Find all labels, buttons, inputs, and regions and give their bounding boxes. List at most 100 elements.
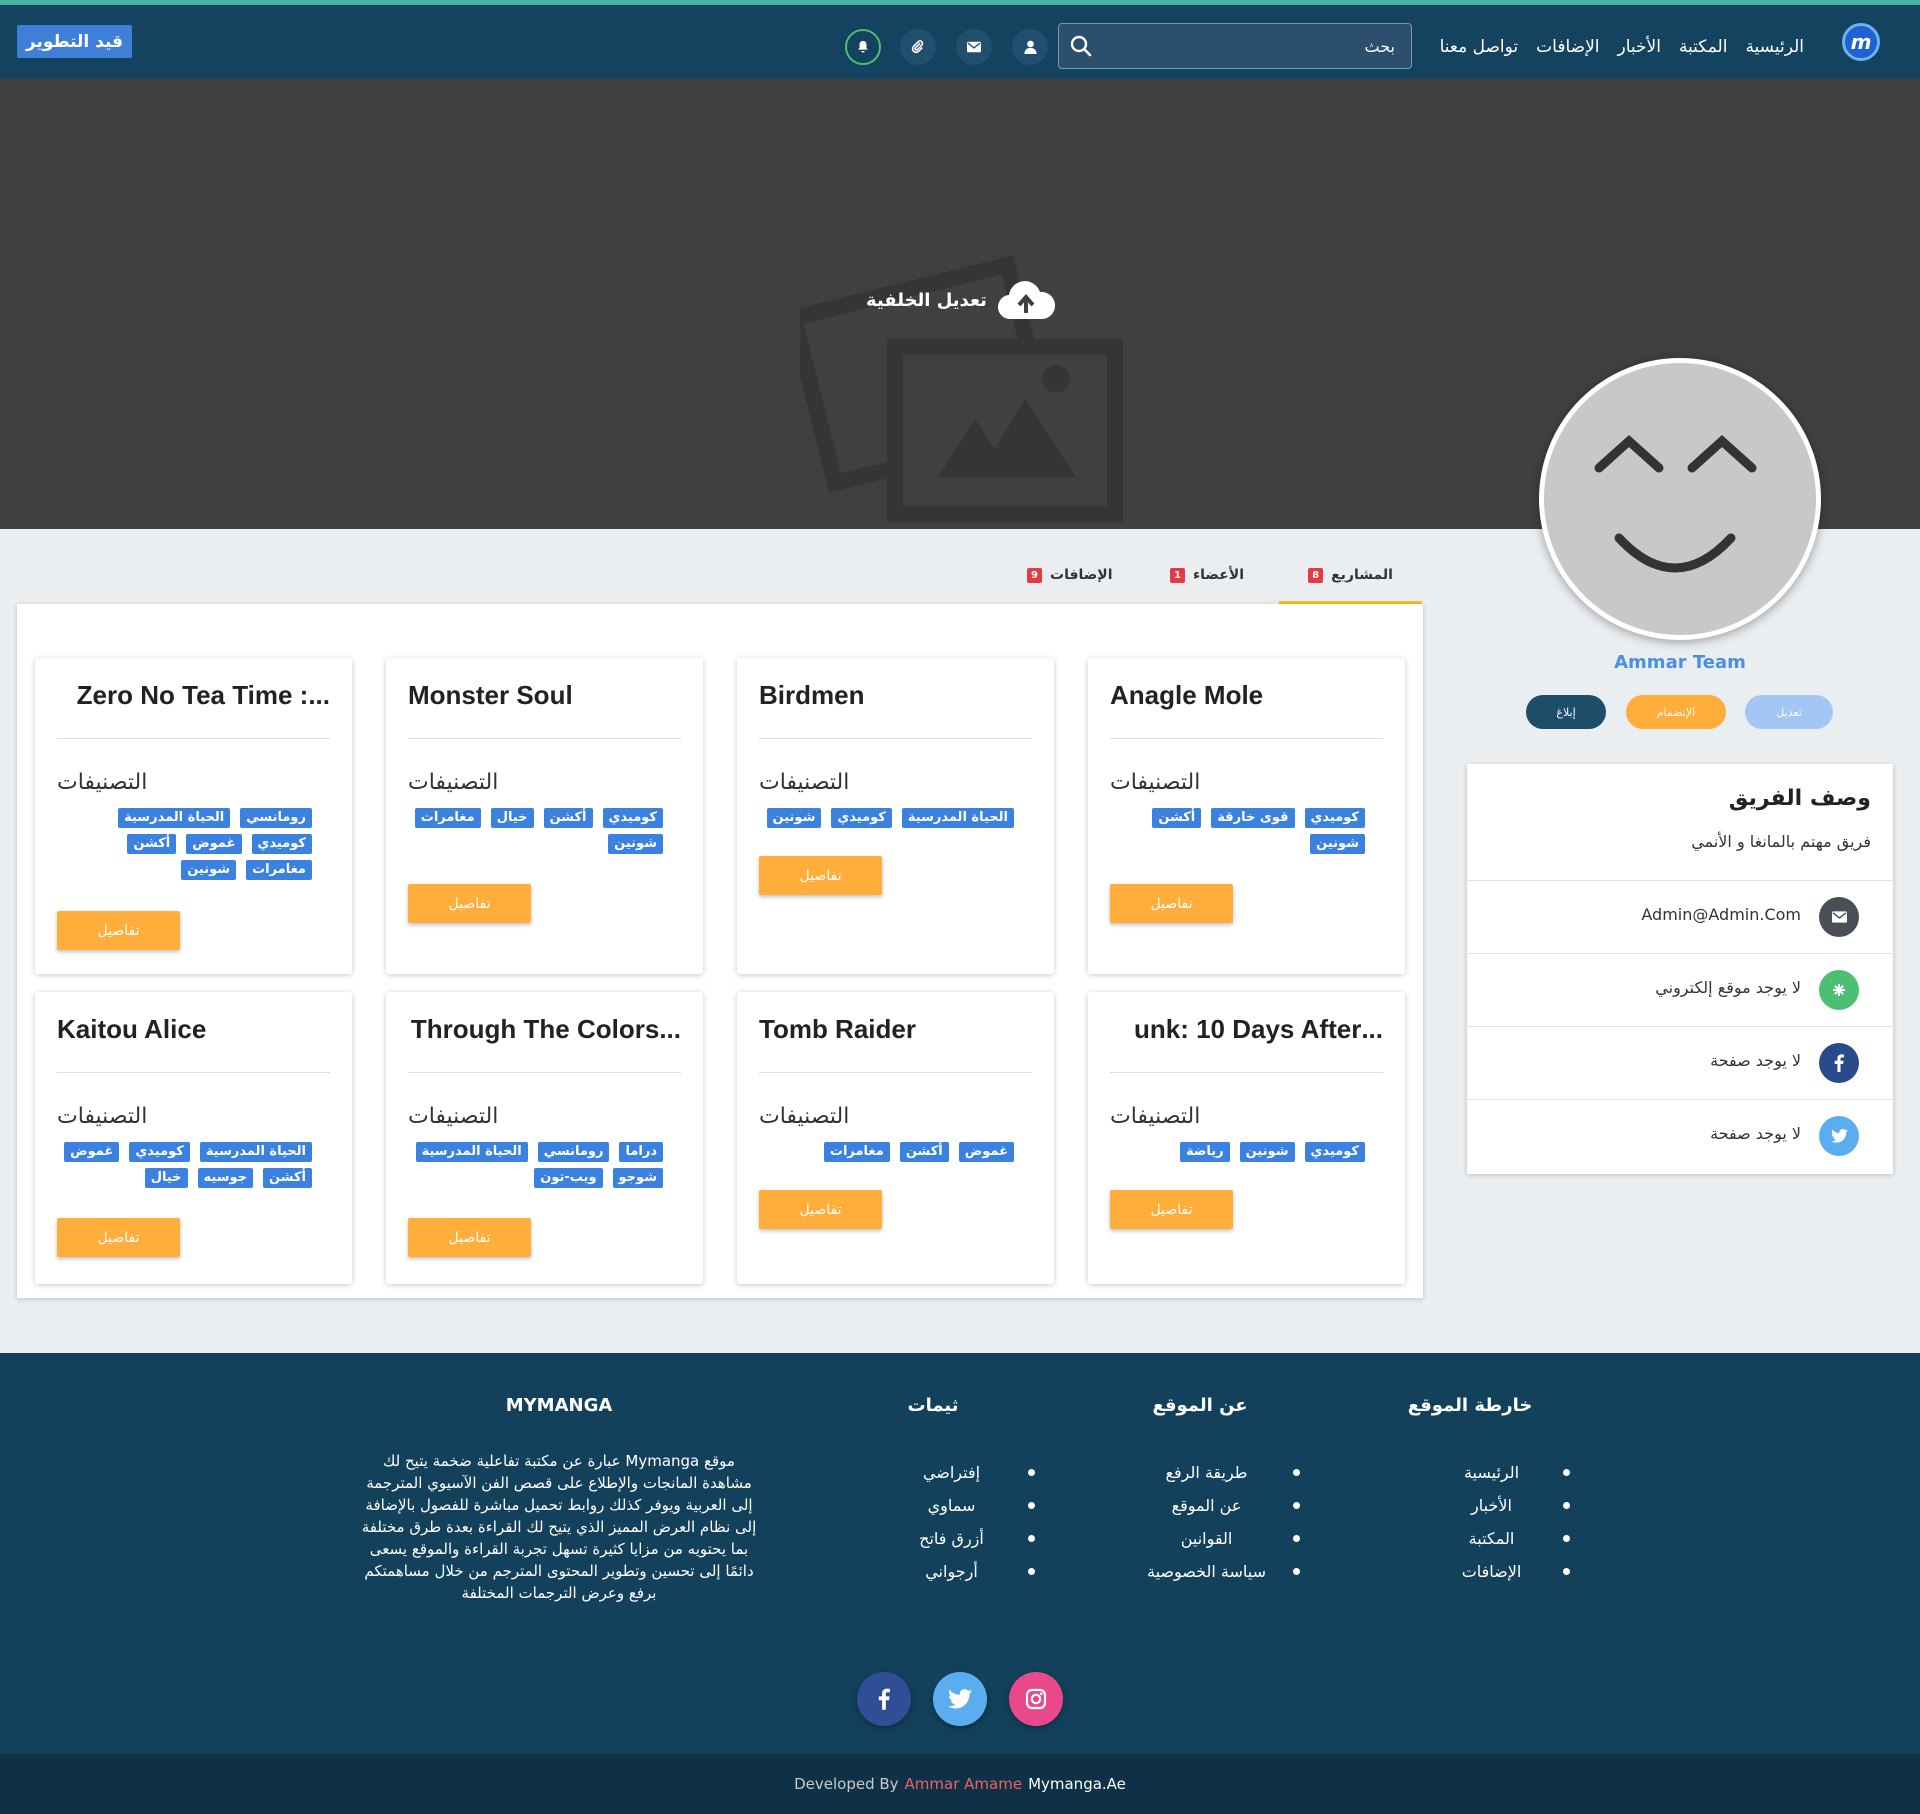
footer-link[interactable]: سماوي bbox=[875, 1489, 1035, 1522]
genre-tag[interactable]: قوى خارقة bbox=[1211, 808, 1295, 828]
account-button[interactable] bbox=[1012, 29, 1048, 65]
genre-tag[interactable]: كوميدي bbox=[1304, 1142, 1365, 1162]
edit-team-button[interactable]: تعديل bbox=[1745, 695, 1833, 729]
genre-tag[interactable]: كوميدي bbox=[831, 808, 892, 828]
project-title[interactable]: ...unk: 10 Days After bbox=[1110, 1014, 1383, 1045]
project-title[interactable]: ...Through The Colors bbox=[408, 1014, 681, 1045]
footer-twitter-button[interactable] bbox=[933, 1672, 987, 1726]
footer-link[interactable]: الأخبار bbox=[1420, 1489, 1570, 1522]
search-input[interactable] bbox=[1103, 24, 1411, 68]
edit-cover-button[interactable]: تعديل الخلفية bbox=[866, 279, 1055, 321]
details-button[interactable]: تفاصيل bbox=[57, 911, 180, 950]
details-button[interactable]: تفاصيل bbox=[1110, 884, 1233, 923]
genre-tag[interactable]: شونين bbox=[181, 860, 237, 880]
project-card: Birdmen التصنيفات الحياة المدرسية كوميدي شون… bbox=[737, 658, 1054, 974]
join-team-button[interactable]: الإنضمام bbox=[1626, 695, 1726, 729]
credit-site[interactable]: Mymanga.Ae bbox=[1028, 1775, 1126, 1793]
genre-tag[interactable]: مغامرات bbox=[246, 860, 312, 880]
tab-projects[interactable]: المشاريع 8 bbox=[1279, 545, 1422, 605]
project-title[interactable]: Monster Soul bbox=[408, 680, 681, 711]
genre-tag[interactable]: جوسيه bbox=[197, 1168, 254, 1188]
dev-status-badge[interactable]: قيد التطوير bbox=[17, 25, 132, 58]
genre-tag[interactable]: رومانسي bbox=[537, 1142, 610, 1162]
nav-link-addons[interactable]: الإضافات bbox=[1536, 37, 1599, 57]
footer-link[interactable]: المكتبة bbox=[1420, 1522, 1570, 1555]
details-button[interactable]: تفاصيل bbox=[57, 1218, 180, 1257]
genre-tag[interactable]: شونين bbox=[1310, 834, 1365, 854]
genre-tag[interactable]: شوجو bbox=[612, 1168, 663, 1188]
genre-tag[interactable]: الحياة المدرسية bbox=[199, 1142, 312, 1162]
genre-tag[interactable]: ويب-تون bbox=[534, 1168, 603, 1188]
site-logo[interactable]: m bbox=[1842, 23, 1880, 61]
messages-button[interactable] bbox=[956, 29, 992, 65]
tab-members[interactable]: الأعضاء 1 bbox=[1170, 545, 1244, 605]
genre-tag[interactable]: كوميدي bbox=[1304, 808, 1365, 828]
twitter-text[interactable]: لا يوجد صفحة bbox=[1710, 1124, 1801, 1143]
genre-tag[interactable]: دراما bbox=[619, 1142, 663, 1162]
nav-link-news[interactable]: الأخبار bbox=[1617, 37, 1660, 57]
genre-tag[interactable]: الحياة المدرسية bbox=[415, 1142, 528, 1162]
details-button[interactable]: تفاصيل bbox=[408, 884, 531, 923]
details-button[interactable]: تفاصيل bbox=[759, 1190, 882, 1229]
genre-tag[interactable]: كوميدي bbox=[251, 834, 312, 854]
footer-link[interactable]: الرئيسية bbox=[1420, 1456, 1570, 1489]
divider bbox=[1110, 1072, 1383, 1073]
genre-tag[interactable]: أكشن bbox=[127, 834, 177, 854]
credit-author[interactable]: Ammar Amame bbox=[905, 1775, 1023, 1793]
footer-instagram-button[interactable] bbox=[1009, 1672, 1063, 1726]
genre-tag[interactable]: غموض bbox=[64, 1142, 120, 1162]
tab-addons[interactable]: الإضافات 9 bbox=[1027, 545, 1113, 605]
footer-link[interactable]: أزرق فاتح bbox=[875, 1522, 1035, 1555]
genre-tag[interactable]: غموض bbox=[958, 1142, 1014, 1162]
footer-link[interactable]: عن الموقع bbox=[1120, 1489, 1300, 1522]
genre-tag[interactable]: رياضة bbox=[1179, 1142, 1230, 1162]
genre-tag[interactable]: كوميدي bbox=[602, 808, 663, 828]
project-title[interactable]: Anagle Mole bbox=[1110, 680, 1383, 711]
genre-tag[interactable]: أكشن bbox=[899, 1142, 949, 1162]
genre-tag[interactable]: رومانسي bbox=[240, 808, 312, 828]
details-button[interactable]: تفاصيل bbox=[1110, 1190, 1233, 1229]
search-button[interactable] bbox=[1059, 24, 1103, 68]
footer-facebook-button[interactable] bbox=[857, 1672, 911, 1726]
footer-link[interactable]: الإضافات bbox=[1420, 1555, 1570, 1588]
nav-link-contact[interactable]: تواصل معنا bbox=[1440, 37, 1519, 57]
footer-link[interactable]: إفتراضي bbox=[875, 1456, 1035, 1489]
genre-tag[interactable]: أكشن bbox=[263, 1168, 312, 1188]
contact-email[interactable]: Admin@Admin.Com bbox=[1641, 905, 1801, 924]
attachments-button[interactable] bbox=[900, 29, 936, 65]
genre-tag[interactable]: مغامرات bbox=[823, 1142, 890, 1162]
footer-link[interactable]: أرجواني bbox=[875, 1555, 1035, 1588]
details-button[interactable]: تفاصيل bbox=[408, 1218, 531, 1257]
genre-tag[interactable]: أكشن bbox=[543, 808, 593, 828]
genre-tag[interactable]: مغامرات bbox=[414, 808, 481, 828]
nav-link-home[interactable]: الرئيسية bbox=[1745, 37, 1804, 57]
footer-link[interactable]: القوانين bbox=[1120, 1522, 1300, 1555]
genre-tag[interactable]: شونين bbox=[766, 808, 822, 828]
notifications-button[interactable] bbox=[845, 29, 881, 65]
project-title[interactable]: ...: Zero No Tea Time bbox=[57, 680, 330, 711]
details-button[interactable]: تفاصيل bbox=[759, 856, 882, 895]
genre-tag[interactable]: شونين bbox=[1239, 1142, 1295, 1162]
nav-link-library[interactable]: المكتبة bbox=[1679, 37, 1728, 57]
team-description-title: وصف الفريق bbox=[1728, 786, 1871, 811]
genre-tag[interactable]: خيال bbox=[144, 1168, 188, 1188]
genre-tag[interactable]: كوميدي bbox=[129, 1142, 190, 1162]
project-title[interactable]: Tomb Raider bbox=[759, 1014, 1032, 1045]
project-title[interactable]: Birdmen bbox=[759, 680, 1032, 711]
website-text[interactable]: لا يوجد موقع إلكتروني bbox=[1655, 978, 1801, 997]
genre-tag[interactable]: الحياة المدرسية bbox=[901, 808, 1014, 828]
footer-link[interactable]: سياسة الخصوصية bbox=[1120, 1555, 1300, 1588]
footer-link[interactable]: طريقة الرفع bbox=[1120, 1456, 1300, 1489]
genre-tag[interactable]: غموض bbox=[186, 834, 242, 854]
team-description: فريق مهتم بالمانغا و الأنمي bbox=[1691, 832, 1871, 851]
facebook-text[interactable]: لا يوجد صفحة bbox=[1710, 1051, 1801, 1070]
genre-tags: غموض أكشن مغامرات bbox=[759, 1142, 1014, 1162]
genre-tag[interactable]: أكشن bbox=[1152, 808, 1202, 828]
genre-tag[interactable]: خيال bbox=[490, 808, 534, 828]
footer-link-label: عن الموقع bbox=[1171, 1496, 1242, 1515]
genre-tag[interactable]: شونين bbox=[608, 834, 663, 854]
team-avatar[interactable] bbox=[1539, 358, 1821, 640]
report-team-button[interactable]: إبلاغ bbox=[1526, 695, 1606, 729]
project-title[interactable]: Kaitou Alice bbox=[57, 1014, 330, 1045]
genre-tag[interactable]: الحياة المدرسية bbox=[118, 808, 231, 828]
